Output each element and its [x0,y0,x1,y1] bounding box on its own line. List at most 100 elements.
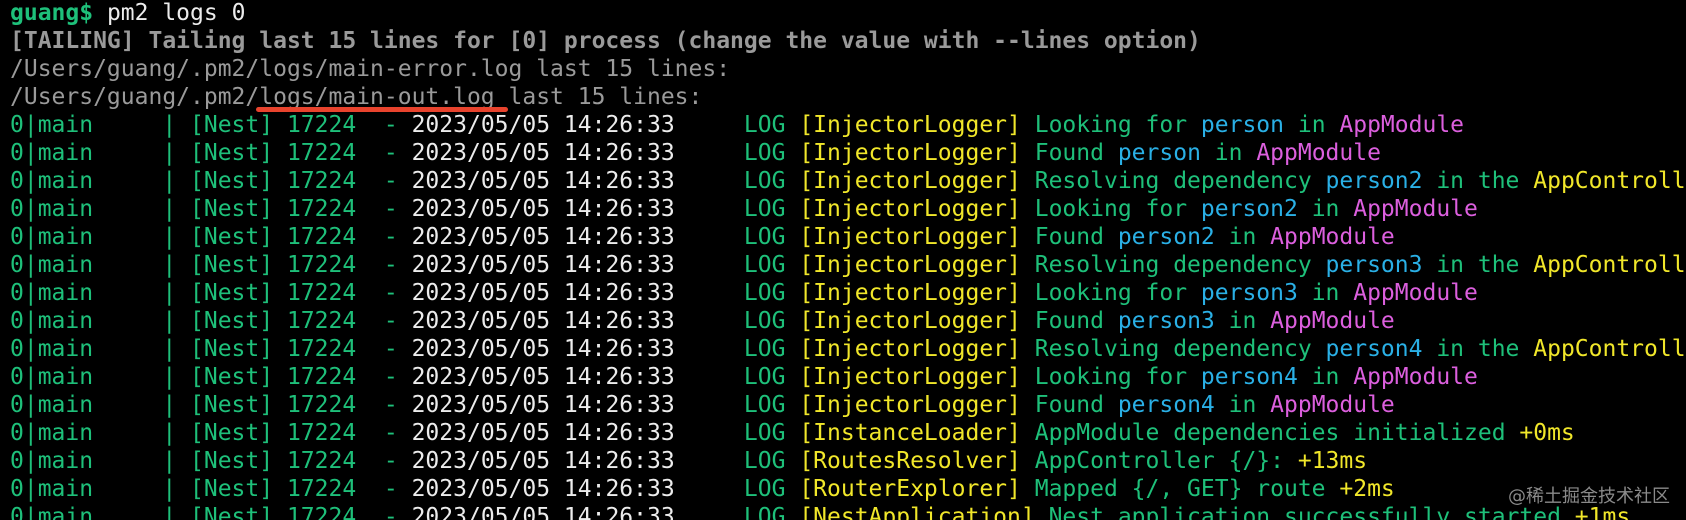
log-message-part: person2 [1325,168,1423,194]
log-nest-pid: [Nest] 17224 - [190,336,412,362]
log-space [1021,336,1035,362]
log-context: [InjectorLogger] [799,252,1021,278]
log-message-part: AppController {/}: [1034,448,1298,474]
log-message-part: person4 [1117,392,1215,418]
log-nest-pid: [Nest] 17224 - [190,112,412,138]
log-message-part: in [1297,196,1354,222]
log-message-part: AppModule dependencies initialized [1034,420,1520,446]
log-space [1021,168,1035,194]
error-log-header: /Users/guang/.pm2/logs/main-error.log la… [10,56,731,82]
log-process-prefix: 0|main | [10,476,191,502]
log-level: LOG [674,280,800,306]
log-timestamp: 2023/05/05 14:26:33 [411,252,675,278]
log-level: LOG [674,140,800,166]
log-context: [InjectorLogger] [799,280,1021,306]
log-message-part: AppControll [1533,336,1686,362]
tailing-notice: [TAILING] Tailing last 15 lines for [0] … [10,28,1201,54]
log-nest-pid: [Nest] 17224 - [190,280,412,306]
log-space [1021,252,1035,278]
log-process-prefix: 0|main | [10,392,191,418]
log-message-part: +0ms [1519,420,1575,446]
log-line: 0|main | [Nest] 17224 - 2023/05/05 14:26… [10,223,1686,251]
log-level: LOG [674,420,800,446]
log-message-part: Looking for [1034,112,1201,138]
log-message-part: in [1214,308,1271,334]
log-message-part: Found [1034,224,1118,250]
log-message-part: AppModule [1353,364,1478,390]
log-space [1021,420,1035,446]
shell-prompt: guang$ [10,0,94,26]
log-context: [InstanceLoader] [799,420,1021,446]
log-message-part: Looking for [1034,364,1201,390]
log-line: 0|main | [Nest] 17224 - 2023/05/05 14:26… [10,447,1686,475]
log-level: LOG [674,392,800,418]
log-message-part: Resolving dependency [1034,168,1326,194]
log-process-prefix: 0|main | [10,280,191,306]
log-message-part: +2ms [1339,476,1395,502]
log-context: [InjectorLogger] [799,112,1021,138]
log-message-part: Resolving dependency [1034,336,1326,362]
log-message-part: AppControll [1533,252,1686,278]
log-timestamp: 2023/05/05 14:26:33 [411,224,675,250]
log-process-prefix: 0|main | [10,364,191,390]
log-timestamp: 2023/05/05 14:26:33 [411,280,675,306]
log-line: 0|main | [Nest] 17224 - 2023/05/05 14:26… [10,139,1686,167]
log-process-prefix: 0|main | [10,168,191,194]
log-message-part: AppModule [1353,196,1478,222]
watermark: @稀土掘金技术社区 [1508,486,1670,507]
log-process-prefix: 0|main | [10,420,191,446]
log-context: [InjectorLogger] [799,308,1021,334]
log-timestamp: 2023/05/05 14:26:33 [411,392,675,418]
log-space [1021,448,1035,474]
log-level: LOG [674,224,800,250]
red-underline-annotation [256,107,508,112]
log-nest-pid: [Nest] 17224 - [190,420,412,446]
log-space [1021,392,1035,418]
log-line: 0|main | [Nest] 17224 - 2023/05/05 14:26… [10,307,1686,335]
log-timestamp: 2023/05/05 14:26:33 [411,168,675,194]
log-line: 0|main | [Nest] 17224 - 2023/05/05 14:26… [10,419,1686,447]
log-message-part: in the [1422,252,1534,278]
log-nest-pid: [Nest] 17224 - [190,476,412,502]
log-process-prefix: 0|main | [10,140,191,166]
log-space [1021,308,1035,334]
log-level: LOG [674,504,800,520]
log-context: [InjectorLogger] [799,224,1021,250]
log-level: LOG [674,112,800,138]
log-timestamp: 2023/05/05 14:26:33 [411,196,675,222]
log-process-prefix: 0|main | [10,196,191,222]
log-message-part: AppModule [1256,140,1381,166]
log-process-prefix: 0|main | [10,308,191,334]
log-message-part: Found [1034,392,1118,418]
log-level: LOG [674,308,800,334]
log-space [1021,140,1035,166]
log-process-prefix: 0|main | [10,224,191,250]
log-line: 0|main | [Nest] 17224 - 2023/05/05 14:26… [10,391,1686,419]
log-nest-pid: [Nest] 17224 - [190,364,412,390]
log-process-prefix: 0|main | [10,112,191,138]
log-line: 0|main | [Nest] 17224 - 2023/05/05 14:26… [10,279,1686,307]
log-context: [RouterExplorer] [799,476,1021,502]
log-level: LOG [674,336,800,362]
terminal-output: guang$ pm2 logs 0 [TAILING] Tailing last… [10,0,1686,520]
log-nest-pid: [Nest] 17224 - [190,252,412,278]
log-nest-pid: [Nest] 17224 - [190,392,412,418]
log-message-part: Found [1034,308,1118,334]
log-message-part: person [1117,140,1201,166]
log-message-part: in [1297,280,1354,306]
log-context: [InjectorLogger] [799,196,1021,222]
log-line: 0|main | [Nest] 17224 - 2023/05/05 14:26… [10,503,1686,520]
log-level: LOG [674,448,800,474]
log-message-part: in [1214,392,1271,418]
log-message-part: in [1214,224,1271,250]
log-message-part: person3 [1325,252,1423,278]
command-text: pm2 logs 0 [93,0,246,26]
log-context: [InjectorLogger] [799,392,1021,418]
log-context: [InjectorLogger] [799,140,1021,166]
log-message-part: person [1200,112,1284,138]
log-level: LOG [674,196,800,222]
log-timestamp: 2023/05/05 14:26:33 [411,364,675,390]
log-timestamp: 2023/05/05 14:26:33 [411,308,675,334]
log-message-part: person4 [1325,336,1423,362]
log-space [1021,224,1035,250]
